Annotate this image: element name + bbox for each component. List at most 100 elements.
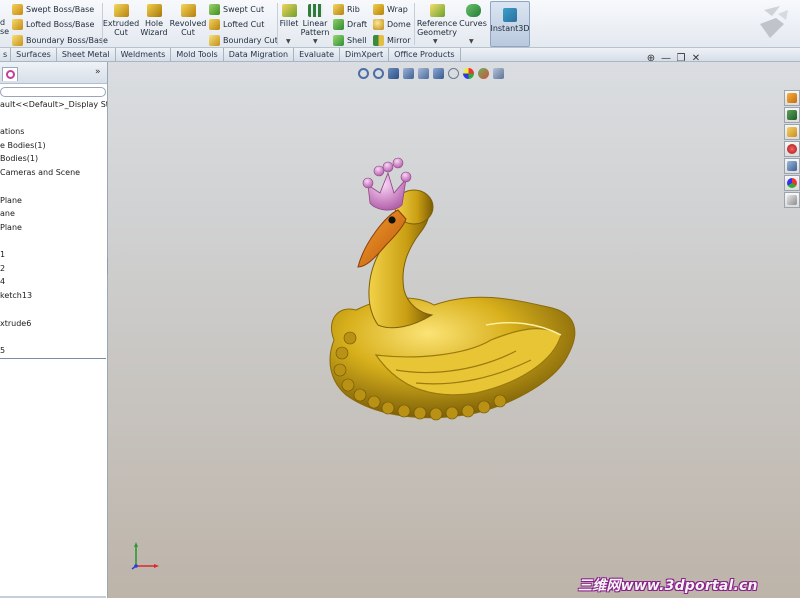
swept-cut-button[interactable]: Swept Cut bbox=[209, 2, 264, 16]
zoom-to-fit-icon[interactable] bbox=[358, 68, 369, 79]
apply-scene-icon[interactable] bbox=[478, 68, 489, 79]
tab-mold-tools[interactable]: Mold Tools bbox=[171, 48, 224, 61]
extruded-boss-partial-label[interactable]: d se bbox=[0, 18, 9, 36]
tab-configuration-manager[interactable] bbox=[2, 67, 18, 81]
tree-item-right-plane[interactable]: Plane bbox=[0, 223, 22, 232]
reference-geometry-dropdown-icon[interactable]: ▼ bbox=[433, 38, 438, 45]
tab-data-migration[interactable]: Data Migration bbox=[224, 48, 295, 61]
tree-item-annotations[interactable]: ations bbox=[0, 127, 24, 136]
custom-properties-icon bbox=[787, 195, 797, 205]
tree-item-feature-5[interactable]: 5 bbox=[0, 346, 5, 355]
site-watermark: 三维网www.3dportal.cn bbox=[578, 578, 758, 594]
task-pane-file-explorer-button[interactable] bbox=[784, 124, 800, 140]
draft-button[interactable]: Draft bbox=[333, 17, 367, 31]
rib-button[interactable]: Rib bbox=[333, 2, 360, 16]
hide-show-icon[interactable] bbox=[448, 68, 459, 79]
task-pane-custom-properties-button[interactable] bbox=[784, 192, 800, 208]
linear-pattern-dropdown-icon[interactable]: ▼ bbox=[313, 38, 318, 45]
shell-button[interactable]: Shell bbox=[333, 33, 367, 47]
shell-label: Shell bbox=[347, 35, 367, 45]
view-settings-icon[interactable] bbox=[493, 68, 504, 79]
tab-surfaces[interactable]: Surfaces bbox=[11, 48, 57, 61]
restore-icon[interactable]: ❐ bbox=[676, 53, 686, 64]
lofted-cut-button[interactable]: Lofted Cut bbox=[209, 17, 264, 31]
view-orientation-icon[interactable] bbox=[418, 68, 429, 79]
fillet-dropdown-icon[interactable]: ▼ bbox=[286, 38, 291, 45]
tree-item-part-root[interactable]: ault<<Default>_Display Sta bbox=[0, 100, 107, 109]
swept-cut-label: Swept Cut bbox=[223, 4, 265, 14]
previous-view-icon[interactable] bbox=[388, 68, 399, 79]
draft-icon bbox=[333, 18, 344, 30]
feature-tree-filter[interactable] bbox=[0, 87, 106, 97]
swan-eye bbox=[388, 216, 396, 224]
lofted-boss-icon bbox=[12, 18, 23, 30]
hole-wizard-label-2: Wizard bbox=[140, 28, 168, 37]
task-pane-tabs bbox=[784, 90, 800, 208]
close-icon[interactable]: ✕ bbox=[691, 53, 701, 64]
zoom-to-area-icon[interactable] bbox=[373, 68, 384, 79]
reference-geometry-button[interactable]: Reference Geometry bbox=[416, 4, 458, 37]
command-manager-ribbon: d se Swept Boss/Base Lofted Boss/Base Bo… bbox=[0, 0, 800, 48]
hole-wizard-button[interactable]: Hole Wizard bbox=[138, 4, 170, 37]
tab-evaluate[interactable]: Evaluate bbox=[294, 48, 341, 61]
curves-label: Curves bbox=[459, 19, 487, 28]
fillet-label: Fillet bbox=[279, 19, 299, 28]
view-palette-icon bbox=[787, 161, 797, 171]
boundary-boss-label: Boundary Boss/Base bbox=[26, 35, 108, 45]
tab-office-products[interactable]: Office Products bbox=[389, 48, 461, 61]
tree-item-lights-cameras[interactable]: Cameras and Scene bbox=[0, 168, 80, 177]
tab-dimxpert[interactable]: DimXpert bbox=[340, 48, 390, 61]
task-pane-view-palette-button[interactable] bbox=[784, 158, 800, 174]
restore-split-icon[interactable]: ⊕ bbox=[646, 53, 656, 64]
curves-dropdown-icon[interactable]: ▼ bbox=[469, 38, 474, 45]
file-explorer-icon bbox=[787, 127, 797, 137]
revolved-cut-button[interactable]: Revolved Cut bbox=[170, 4, 206, 37]
extruded-cut-button[interactable]: Extruded Cut bbox=[103, 4, 139, 37]
edit-appearance-icon[interactable] bbox=[463, 68, 474, 79]
search-icon bbox=[787, 144, 797, 154]
lofted-boss-button[interactable]: Lofted Boss/Base bbox=[12, 17, 94, 31]
wrap-button[interactable]: Wrap bbox=[373, 2, 408, 16]
task-pane-home-button[interactable] bbox=[784, 90, 800, 106]
tree-item-feature-2[interactable]: 2 bbox=[0, 264, 5, 273]
tree-item-extrude6[interactable]: xtrude6 bbox=[0, 319, 31, 328]
boundary-cut-button[interactable]: Boundary Cut bbox=[209, 33, 278, 47]
linear-pattern-button[interactable]: Linear Pattern bbox=[301, 4, 329, 37]
tab-features-partial[interactable]: s bbox=[0, 48, 12, 61]
mirror-label: Mirror bbox=[387, 35, 411, 45]
task-pane-search-button[interactable] bbox=[784, 141, 800, 157]
rollback-bar[interactable] bbox=[0, 358, 106, 359]
curves-button[interactable]: Curves bbox=[459, 4, 487, 28]
tree-item-feature-4[interactable]: 4 bbox=[0, 277, 5, 286]
boundary-boss-button[interactable]: Boundary Boss/Base bbox=[12, 33, 108, 47]
linear-pattern-label-1: Linear bbox=[302, 19, 328, 28]
swept-boss-button[interactable]: Swept Boss/Base bbox=[12, 2, 94, 16]
dome-button[interactable]: Dome bbox=[373, 17, 411, 31]
tab-weldments[interactable]: Weldments bbox=[116, 48, 172, 61]
reference-geometry-label-1: Reference bbox=[416, 19, 458, 28]
lofted-cut-label: Lofted Cut bbox=[223, 19, 265, 29]
swan-3d-model[interactable] bbox=[316, 155, 580, 431]
document-window-controls: ⊕ — ❐ ✕ bbox=[646, 53, 701, 64]
solidworks-logo-icon bbox=[760, 6, 788, 38]
fillet-button[interactable]: Fillet bbox=[279, 4, 299, 28]
tree-item-top-plane[interactable]: ane bbox=[0, 209, 15, 218]
minimize-icon[interactable]: — bbox=[661, 53, 671, 64]
instant3d-icon bbox=[503, 8, 517, 22]
tree-item-front-plane[interactable]: Plane bbox=[0, 196, 22, 205]
tree-item-sketch13[interactable]: ketch13 bbox=[0, 291, 32, 300]
display-style-icon[interactable] bbox=[433, 68, 444, 79]
revolved-cut-icon bbox=[180, 4, 196, 17]
task-pane-appearances-button[interactable] bbox=[784, 175, 800, 191]
section-view-icon[interactable] bbox=[403, 68, 414, 79]
more-tabs-chevron-icon[interactable]: » bbox=[95, 67, 101, 77]
tab-sheet-metal[interactable]: Sheet Metal bbox=[57, 48, 116, 61]
tree-item-solid-bodies[interactable]: Bodies(1) bbox=[0, 154, 38, 163]
mirror-button[interactable]: Mirror bbox=[373, 33, 411, 47]
tree-item-surface-bodies[interactable]: e Bodies(1) bbox=[0, 141, 46, 150]
task-pane-design-library-button[interactable] bbox=[784, 107, 800, 123]
mirror-icon bbox=[373, 34, 384, 46]
instant3d-button[interactable]: Instant3D bbox=[490, 1, 530, 47]
reference-geometry-label-2: Geometry bbox=[417, 28, 457, 37]
tree-item-feature-1[interactable]: 1 bbox=[0, 250, 5, 259]
